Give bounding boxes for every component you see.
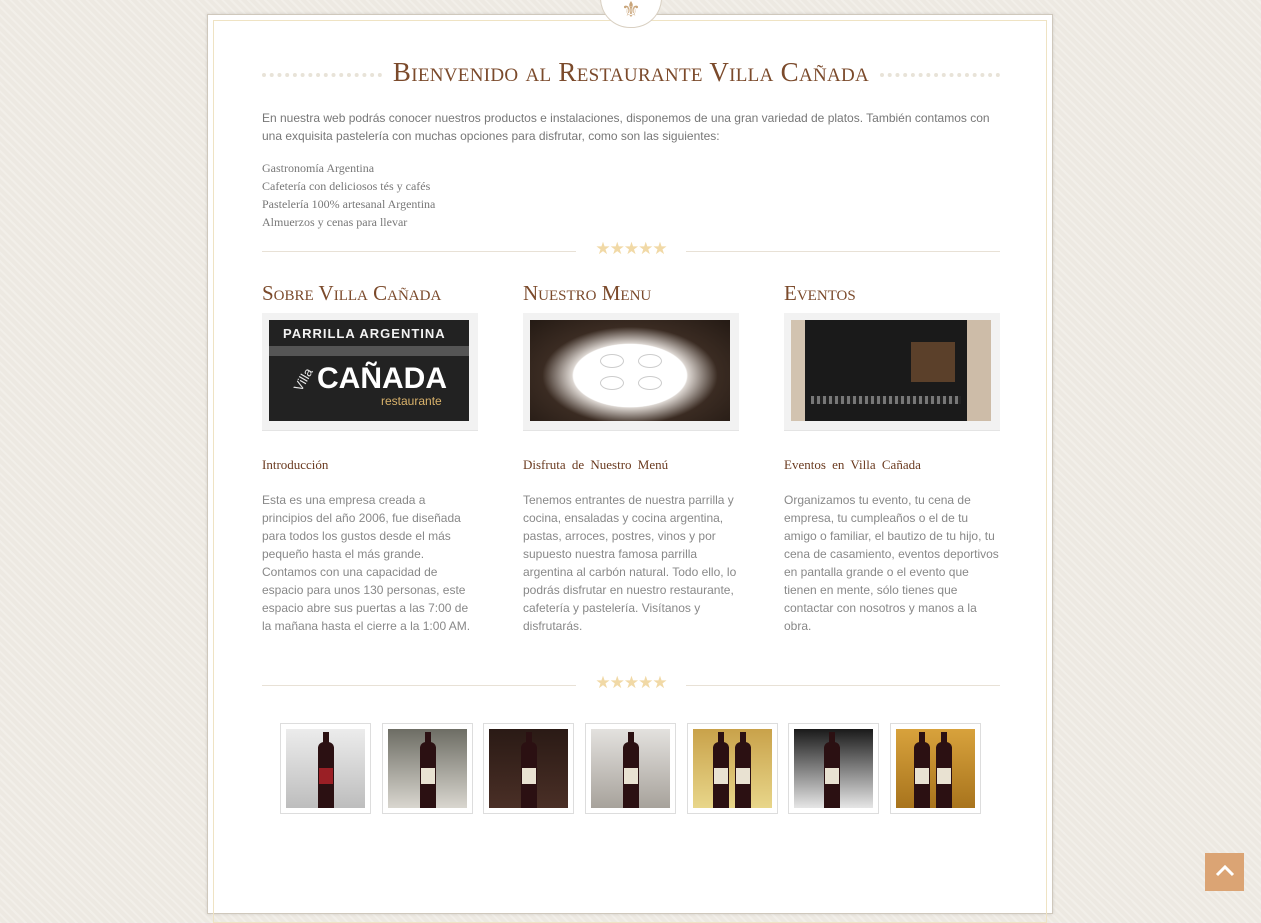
feature-item: Almuerzos y cenas para llevar <box>262 215 408 229</box>
section-subtitle[interactable]: Introducción <box>262 457 328 473</box>
wine-photo <box>489 729 568 808</box>
plate-shape <box>638 376 662 390</box>
gallery-thumbnail[interactable] <box>687 723 778 814</box>
section-title[interactable]: Sobre Villa Cañada <box>262 281 478 305</box>
restaurant-sign-image: PARRILLA ARGENTINA Villa CAÑADA restaura… <box>269 320 469 421</box>
menu-image-frame[interactable] <box>523 313 739 431</box>
section-text: Tenemos entrantes de nuestra parrilla y … <box>523 493 737 633</box>
wine-photo <box>286 729 365 808</box>
sign-text: PARRILLA ARGENTINA <box>283 326 446 341</box>
feature-item: Gastronomía Argentina <box>262 161 375 175</box>
stars-icon: ★★★★★ <box>595 673 667 693</box>
feature-item: Pastelería 100% artesanal Argentina <box>262 197 436 211</box>
bottle-shape <box>936 732 952 808</box>
bottle-shape <box>521 732 537 808</box>
wine-photo <box>693 729 772 808</box>
intro-text: En nuestra web podrás conocer nuestros p… <box>262 111 990 143</box>
about-image-frame[interactable]: PARRILLA ARGENTINA Villa CAÑADA restaura… <box>262 313 478 431</box>
feature-item: Cafetería con deliciosos tés y cafés <box>262 179 431 193</box>
bottle-shape <box>713 732 729 808</box>
bottle-shape <box>914 732 930 808</box>
bottle-shape <box>735 732 751 808</box>
section-text: Organizamos tu evento, tu cena de empres… <box>784 493 999 633</box>
wine-photo <box>388 729 467 808</box>
oven-grill <box>811 396 961 404</box>
gallery-thumbnail[interactable] <box>788 723 879 814</box>
bottle-shape <box>420 732 436 808</box>
section-text: Esta es una empresa creada a principios … <box>262 493 471 633</box>
dining-table-image <box>530 320 730 421</box>
welcome-heading: Bienvenido al Restaurante Villa Cañada <box>262 56 1000 88</box>
section-subtitle[interactable]: Eventos en Villa Cañada <box>784 457 921 473</box>
star-divider: ★★★★★ <box>262 239 1000 259</box>
oven-glow <box>911 342 955 382</box>
wine-photo <box>896 729 975 808</box>
sign-text: CAÑADA <box>317 362 447 395</box>
gallery-thumbnail[interactable] <box>382 723 473 814</box>
sign-bar <box>269 346 469 356</box>
chevron-up-icon <box>1215 864 1234 877</box>
section-subtitle[interactable]: Disfruta de Nuestro Menú <box>523 457 668 473</box>
bottle-shape <box>824 732 840 808</box>
events-image-frame[interactable] <box>784 313 1000 431</box>
gallery-thumbnail[interactable] <box>890 723 981 814</box>
wine-photo <box>591 729 670 808</box>
wine-photo <box>794 729 873 808</box>
stars-icon: ★★★★★ <box>595 239 667 259</box>
gallery-thumbnail[interactable] <box>280 723 371 814</box>
section-title[interactable]: Eventos <box>784 281 1000 305</box>
plate-shape <box>638 354 662 368</box>
bottle-shape <box>623 732 639 808</box>
fleur-de-lis-icon: ⚜ <box>621 0 641 23</box>
plate-shape <box>600 354 624 368</box>
gallery-thumbnail[interactable] <box>483 723 574 814</box>
bottle-shape <box>318 732 334 808</box>
section-title[interactable]: Nuestro Menu <box>523 281 739 305</box>
plate-shape <box>600 376 624 390</box>
features-list: Gastronomía Argentina Cafetería con deli… <box>262 159 435 231</box>
page-title: Bienvenido al Restaurante Villa Cañada <box>262 56 1000 88</box>
events-section: Eventos Eventos en Villa Cañada Organiza… <box>784 281 1000 633</box>
grill-oven-image <box>791 320 991 421</box>
about-section: Sobre Villa Cañada PARRILLA ARGENTINA Vi… <box>262 281 478 633</box>
scroll-to-top-button[interactable] <box>1205 853 1244 891</box>
crest-badge: ⚜ <box>600 0 662 28</box>
star-divider: ★★★★★ <box>262 673 1000 693</box>
menu-section: Nuestro Menu Disfruta de Nuestro Menú Te… <box>523 281 739 633</box>
gallery-thumbnail[interactable] <box>585 723 676 814</box>
sign-text: restaurante <box>381 394 442 408</box>
sign-text: Villa <box>290 365 316 394</box>
